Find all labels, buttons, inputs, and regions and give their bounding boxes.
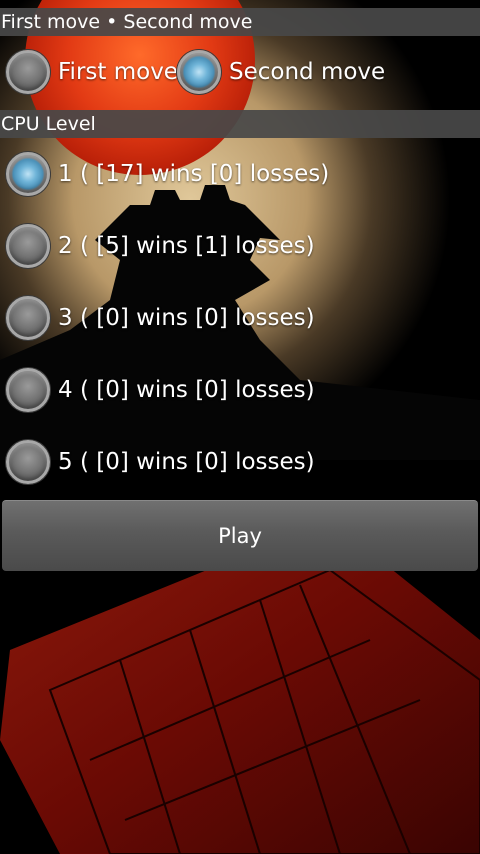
radio-cpu-level-1[interactable]: 1 ( [17] wins [0] losses) xyxy=(6,144,329,204)
radio-label: 2 ( [5] wins [1] losses) xyxy=(58,233,315,259)
radio-button-icon[interactable] xyxy=(6,50,50,94)
radio-first-move[interactable]: First move xyxy=(6,42,178,102)
radio-label: 4 ( [0] wins [0] losses) xyxy=(58,377,315,403)
radio-label: 5 ( [0] wins [0] losses) xyxy=(58,449,315,475)
play-button[interactable]: Play xyxy=(2,500,478,571)
radio-button-icon[interactable] xyxy=(6,368,50,412)
radio-button-icon[interactable] xyxy=(6,296,50,340)
radio-second-move[interactable]: Second move xyxy=(177,42,385,102)
radio-button-icon[interactable] xyxy=(6,440,50,484)
game-settings-screen: First move • Second move First move Seco… xyxy=(0,0,480,854)
radio-label: First move xyxy=(58,59,178,85)
cpu-level-header: CPU Level xyxy=(0,110,480,138)
radio-cpu-level-3[interactable]: 3 ( [0] wins [0] losses) xyxy=(6,288,315,348)
radio-button-checked-icon[interactable] xyxy=(6,152,50,196)
radio-label: 3 ( [0] wins [0] losses) xyxy=(58,305,315,331)
radio-cpu-level-5[interactable]: 5 ( [0] wins [0] losses) xyxy=(6,432,315,492)
radio-label: 1 ( [17] wins [0] losses) xyxy=(58,161,330,187)
radio-label: Second move xyxy=(229,59,386,85)
radio-cpu-level-2[interactable]: 2 ( [5] wins [1] losses) xyxy=(6,216,315,276)
move-order-header: First move • Second move xyxy=(0,8,480,36)
radio-button-checked-icon[interactable] xyxy=(177,50,221,94)
radio-cpu-level-4[interactable]: 4 ( [0] wins [0] losses) xyxy=(6,360,315,420)
radio-button-icon[interactable] xyxy=(6,224,50,268)
